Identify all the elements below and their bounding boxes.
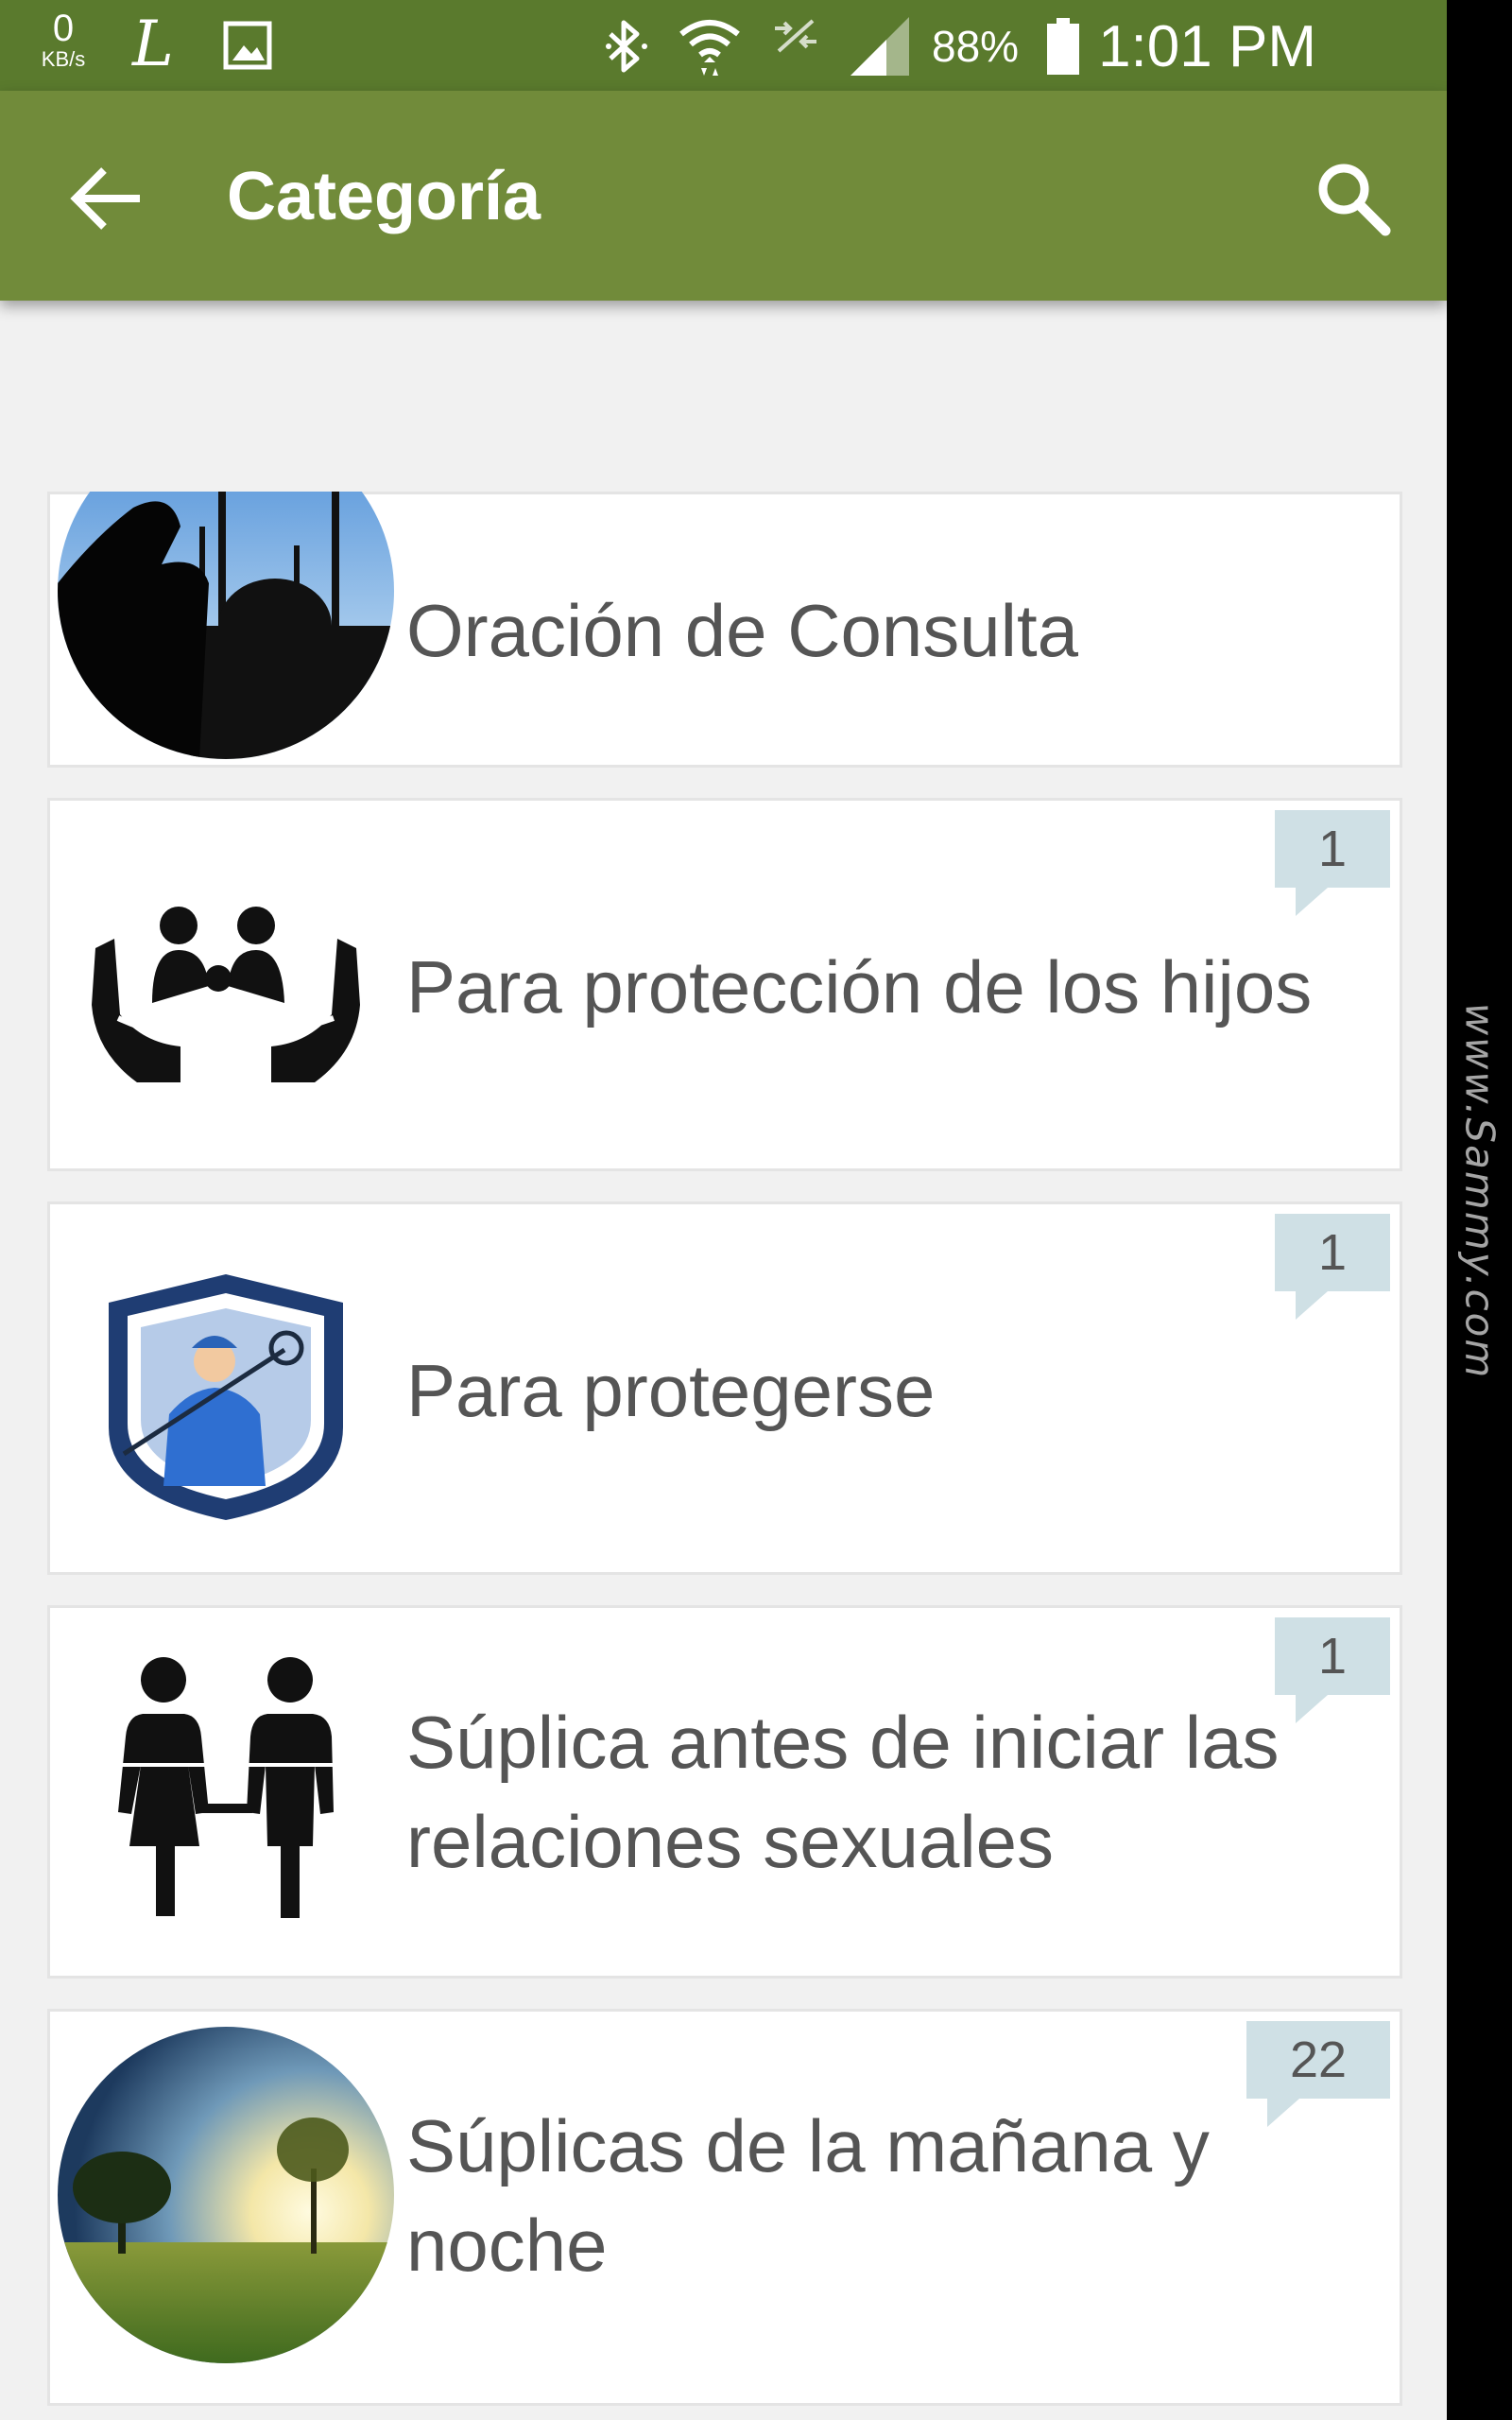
network-speed-value: 0 [52, 8, 75, 49]
comment-count: 1 [1317, 821, 1348, 877]
gallery-icon [223, 21, 272, 70]
category-label: Oración de Consulta [406, 589, 1079, 672]
category-label: Para protegerse [406, 1349, 936, 1432]
network-speed: 0 KB/s [30, 9, 96, 70]
bluetooth-icon [606, 20, 647, 73]
category-item-oracion-consulta[interactable]: Oración de Consulta [47, 492, 1402, 768]
category-item-suplica-relaciones[interactable]: Súplica antes de iniciar las relaciones … [47, 1605, 1402, 1979]
comment-count: 1 [1317, 1224, 1348, 1281]
data-off-icon [775, 19, 816, 53]
category-label: Para protección de los hijos [406, 945, 1313, 1028]
comment-count: 1 [1317, 1628, 1348, 1685]
app-screen: 0 KB/s L 88% 1:01 PM Categoría Oración d… [0, 0, 1447, 2420]
clock: 1:01 PM [1098, 13, 1316, 79]
arrow-back-icon[interactable] [66, 159, 146, 238]
comment-count-badge: 1 [1275, 1617, 1390, 1723]
couple-icon-image [58, 1623, 394, 1960]
mosque-silhouette-image [58, 492, 394, 759]
category-label: Súplicas de la mañana y noche [406, 2104, 1210, 2287]
landscape-sunrise-image [58, 2027, 394, 2363]
hands-family-image [58, 816, 394, 1152]
category-item-suplicas-manana-noche[interactable]: Súplicas de la mañana y noche 22 [47, 2009, 1402, 2406]
status-bar: 0 KB/s L 88% 1:01 PM [0, 0, 1447, 91]
watermark: www.Sammy.com [1456, 1002, 1503, 1380]
app-notification-icon: L [132, 8, 174, 80]
category-item-proteccion-hijos[interactable]: Para protección de los hijos 1 [47, 798, 1402, 1171]
battery-icon [1047, 18, 1080, 75]
category-list: Oración de Consulta Para protección de l… [0, 492, 1447, 2420]
status-icons: 88% 1:01 PM [605, 13, 1316, 79]
comment-count-badge: 1 [1275, 810, 1390, 916]
page-title: Categoría [227, 159, 541, 234]
category-item-protegerse[interactable]: Para protegerse 1 [47, 1201, 1402, 1575]
category-label: Súplica antes de iniciar las relaciones … [406, 1701, 1280, 1883]
signal-icon [850, 17, 909, 76]
network-speed-unit: KB/s [41, 47, 86, 71]
wifi-icon [679, 20, 740, 76]
battery-percent: 88% [932, 22, 1020, 71]
shield-chimney-sweep-image [58, 1219, 394, 1556]
comment-count: 22 [1289, 2031, 1348, 2088]
app-bar: Categoría [0, 91, 1447, 301]
comment-count-badge: 1 [1275, 1214, 1390, 1320]
comment-count-badge: 22 [1246, 2021, 1390, 2127]
search-icon[interactable] [1312, 157, 1393, 238]
